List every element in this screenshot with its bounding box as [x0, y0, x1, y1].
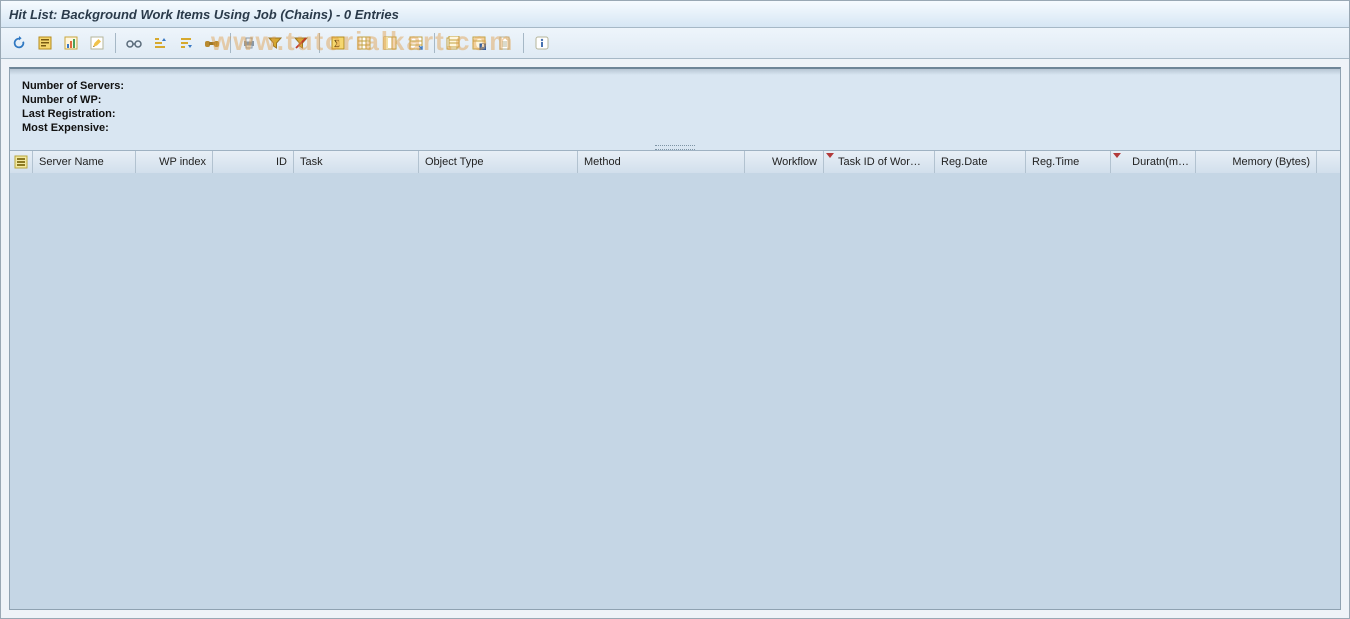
- col-label: Reg.Date: [941, 156, 987, 168]
- col-id[interactable]: ID: [213, 151, 294, 173]
- col-server-name[interactable]: Server Name: [33, 151, 136, 173]
- col-object-type[interactable]: Object Type: [419, 151, 578, 173]
- sort-desc-indicator-icon: [826, 153, 834, 158]
- svg-text:Σ: Σ: [334, 39, 340, 50]
- content-area: Number of Servers: Number of WP: Last Re…: [1, 59, 1349, 618]
- col-duration[interactable]: Duratn(m…: [1111, 151, 1196, 173]
- summary-last-registration: Last Registration:: [22, 107, 1328, 121]
- summary-servers: Number of Servers:: [22, 79, 1328, 93]
- app-window: Hit List: Background Work Items Using Jo…: [0, 0, 1350, 619]
- toolbar-separator: [523, 33, 524, 53]
- col-label: Object Type: [425, 156, 484, 168]
- col-workflow[interactable]: Workflow: [745, 151, 824, 173]
- page-title: Hit List: Background Work Items Using Jo…: [9, 7, 399, 22]
- col-reg-date[interactable]: Reg.Date: [935, 151, 1026, 173]
- export-icon: [409, 36, 423, 50]
- col-label: WP index: [159, 156, 206, 168]
- grid-header: Server Name WP index ID Task Object Type…: [10, 151, 1340, 174]
- summary-block: Number of Servers: Number of WP: Last Re…: [10, 69, 1340, 145]
- info-button[interactable]: [530, 31, 554, 55]
- col-label: Server Name: [39, 156, 104, 168]
- alv-grid: Server Name WP index ID Task Object Type…: [10, 150, 1340, 609]
- sort-desc-button[interactable]: [174, 31, 198, 55]
- filter-off-icon: [294, 36, 308, 50]
- report-icon: [38, 36, 52, 50]
- layout-save-icon: [472, 36, 486, 50]
- choose-layout-button[interactable]: [441, 31, 465, 55]
- export-button[interactable]: [404, 31, 428, 55]
- sigma-icon: Σ: [331, 36, 345, 50]
- col-task-id-work[interactable]: Task ID of Wor…: [824, 151, 935, 173]
- change-button[interactable]: [85, 31, 109, 55]
- total-button[interactable]: Σ: [326, 31, 350, 55]
- filter-delete-button[interactable]: [289, 31, 313, 55]
- refresh-button[interactable]: [7, 31, 31, 55]
- document-button[interactable]: [493, 31, 517, 55]
- info-icon: [535, 36, 549, 50]
- col-label: ID: [276, 156, 287, 168]
- glasses-icon: [126, 36, 142, 50]
- details-button[interactable]: [122, 31, 146, 55]
- save-layout-button[interactable]: [467, 31, 491, 55]
- grid-icon: [357, 36, 371, 50]
- toolbar-separator: [115, 33, 116, 53]
- find-button[interactable]: [200, 31, 224, 55]
- col-label: Task: [300, 156, 323, 168]
- columns-icon: [383, 36, 397, 50]
- print-icon: [242, 36, 256, 50]
- col-label: Method: [584, 156, 621, 168]
- graphic-button[interactable]: [59, 31, 83, 55]
- layout-choose-icon: [446, 36, 460, 50]
- col-wp-index[interactable]: WP index: [136, 151, 213, 173]
- col-label: Workflow: [772, 156, 817, 168]
- filter-button[interactable]: [263, 31, 287, 55]
- toolbar: www.tutorialkart.com: [1, 28, 1349, 59]
- col-label: Duratn(m…: [1132, 156, 1189, 168]
- filter-icon: [268, 36, 282, 50]
- document-icon: [498, 36, 512, 50]
- col-label: Task ID of Wor…: [838, 156, 921, 168]
- col-reg-time[interactable]: Reg.Time: [1026, 151, 1111, 173]
- main-panel: Number of Servers: Number of WP: Last Re…: [9, 67, 1341, 610]
- col-label: Reg.Time: [1032, 156, 1079, 168]
- sort-asc-button[interactable]: [148, 31, 172, 55]
- refresh-icon: [12, 36, 26, 50]
- sort-asc-icon: [153, 36, 167, 50]
- toolbar-separator: [230, 33, 231, 53]
- sort-desc-indicator-icon: [1113, 153, 1121, 158]
- toolbar-separator: [319, 33, 320, 53]
- binoculars-icon: [204, 36, 220, 50]
- print-button[interactable]: [237, 31, 261, 55]
- subtotal-button[interactable]: [352, 31, 376, 55]
- grid-body-empty: [10, 173, 1340, 609]
- select-all-column[interactable]: [10, 151, 33, 173]
- chart-icon: [64, 36, 78, 50]
- freeze-columns-button[interactable]: [378, 31, 402, 55]
- summary-most-expensive: Most Expensive:: [22, 121, 1328, 135]
- sort-desc-icon: [179, 36, 193, 50]
- pencil-icon: [90, 36, 104, 50]
- col-label: Memory (Bytes): [1232, 156, 1310, 168]
- summary-wp: Number of WP:: [22, 93, 1328, 107]
- col-method[interactable]: Method: [578, 151, 745, 173]
- col-memory[interactable]: Memory (Bytes): [1196, 151, 1317, 173]
- col-task[interactable]: Task: [294, 151, 419, 173]
- title-bar: Hit List: Background Work Items Using Jo…: [1, 1, 1349, 28]
- select-layout-button[interactable]: [33, 31, 57, 55]
- toolbar-separator: [434, 33, 435, 53]
- select-all-icon: [14, 155, 28, 169]
